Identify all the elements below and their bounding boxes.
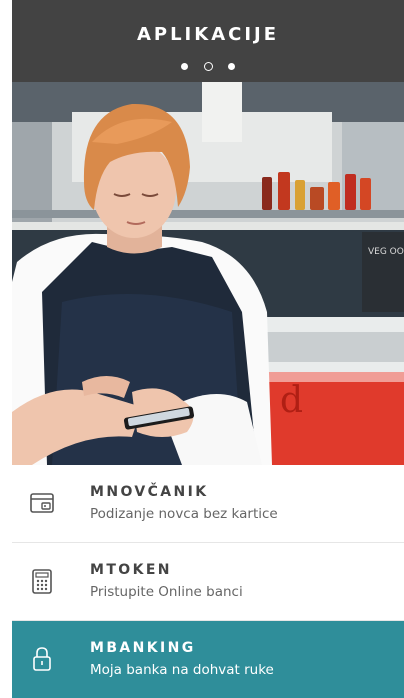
app-screen: APLIKACIJE VEG OO d MNOVČANIK Podizanje … <box>12 0 404 698</box>
menu-item-subtitle: Moja banka na dohvat ruke <box>90 662 274 678</box>
menu-item-title: MNOVČANIK <box>90 484 209 500</box>
menu-item-mtoken[interactable]: MTOKEN Pristupite Online banci <box>12 543 404 621</box>
carousel-pagination <box>12 56 404 71</box>
menu-item-text: MTOKEN Pristupite Online banci <box>90 561 243 601</box>
lock-icon <box>33 647 51 671</box>
pagination-dot-2-active[interactable] <box>203 62 213 71</box>
sign-text: VEG OOD <box>368 247 404 257</box>
menu-item-subtitle: Pristupite Online banci <box>90 584 243 600</box>
menu-item-text: MNOVČANIK Podizanje novca bez kartice <box>90 483 278 523</box>
menu-item-mbanking[interactable]: MBANKING Moja banka na dohvat ruke <box>12 621 404 698</box>
token-keypad-icon <box>32 569 52 594</box>
pagination-dot-1[interactable] <box>181 63 189 70</box>
page-title: APLIKACIJE <box>136 24 280 45</box>
wallet-icon <box>30 493 54 513</box>
header: APLIKACIJE <box>12 0 404 82</box>
menu-item-title: MBANKING <box>90 640 196 656</box>
counter-letter: d <box>280 380 303 421</box>
pagination-dot-3[interactable] <box>227 63 235 70</box>
menu-item-subtitle: Podizanje novca bez kartice <box>90 506 278 522</box>
menu-item-text: MBANKING Moja banka na dohvat ruke <box>90 639 274 679</box>
menu-item-title: MTOKEN <box>90 562 172 578</box>
menu-item-mnovcanik[interactable]: MNOVČANIK Podizanje novca bez kartice <box>12 465 404 543</box>
hero-image: VEG OOD d <box>12 82 404 465</box>
